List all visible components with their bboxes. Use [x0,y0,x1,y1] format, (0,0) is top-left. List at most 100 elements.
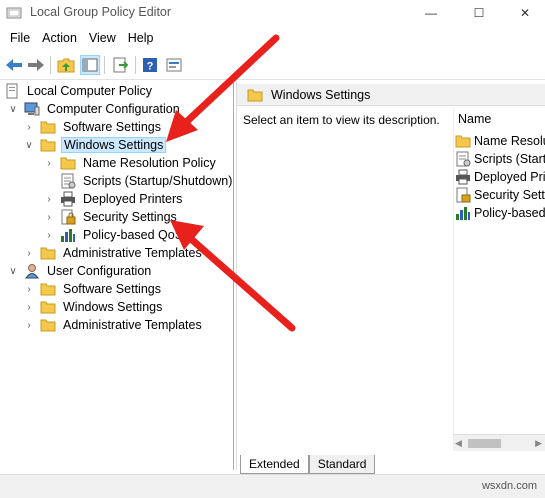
list-item[interactable]: Policy-based ( [455,204,545,222]
export-list-icon [113,57,128,73]
tree-item-label: Software Settings [63,120,161,134]
menu-bar: File Action View Help [0,28,545,50]
status-bar: wsxdn.com [0,474,545,498]
tree-item-administrative-templates[interactable]: › Administrative Templates [24,244,204,262]
description-text: Select an item to view its description. [243,113,440,127]
tree-item-label: Windows Settings [61,137,167,153]
properties-button[interactable] [164,55,184,75]
scroll-right-icon[interactable]: ▶ [535,438,542,449]
tree-item-label: Local Computer Policy [27,84,153,98]
tree-item-user-windows-settings[interactable]: › Windows Settings [24,298,164,316]
tree-item-computer-configuration[interactable]: ∨ Computer Configuration [8,100,182,118]
tree-item-label: Deployed Printers [83,192,183,206]
help-button[interactable]: ? [140,55,160,75]
script-icon [61,173,76,189]
bar-chart-icon [456,207,470,220]
horizontal-scrollbar[interactable]: ◀ ▶ [453,434,545,451]
tree-item-user-software-settings[interactable]: › Software Settings [24,280,163,298]
help-icon: ? [143,58,157,73]
tab-extended[interactable]: Extended [240,455,309,474]
minimize-icon: — [425,6,437,20]
scroll-left-icon[interactable]: ◀ [455,438,462,449]
forward-button[interactable] [26,55,46,75]
folder-icon [40,247,56,260]
tree-item-software-settings[interactable]: › Software Settings [24,118,163,136]
tab-standard[interactable]: Standard [308,455,376,474]
show-hide-tree-button[interactable] [80,55,100,75]
close-button[interactable]: ✕ [502,0,545,26]
chevron-right-icon[interactable]: › [24,302,34,313]
list-item[interactable]: Scripts (Startu [455,150,545,168]
chevron-right-icon[interactable]: › [44,158,54,169]
list-item-label: Deployed Print [474,170,545,184]
scrollbar-thumb[interactable] [468,439,501,448]
folder-icon [60,157,76,170]
list-item-label: Scripts (Startu [474,152,545,166]
toolbar-separator [135,56,136,74]
chevron-right-icon[interactable]: › [44,194,54,205]
chevron-down-icon[interactable]: ∨ [24,140,34,151]
tree-item-label: Computer Configuration [47,102,180,116]
tree-item-windows-settings[interactable]: ∨ Windows Settings [24,136,167,154]
minimize-button[interactable]: — [408,0,454,26]
back-button[interactable] [4,55,24,75]
watermark-text: wsxdn.com [481,480,537,492]
list-item-label: Security Settin [474,188,545,202]
folder-icon [40,283,56,296]
chevron-right-icon[interactable]: › [44,230,54,241]
list-item-label: Policy-based ( [474,206,545,220]
tree-item-label: Security Settings [83,210,177,224]
tree-item-scripts[interactable]: Scripts (Startup/Shutdown) [44,172,233,190]
view-tabs: Extended Standard [240,455,376,474]
menu-view[interactable]: View [83,28,122,50]
chevron-down-icon[interactable]: ∨ [8,266,18,277]
tree-item-deployed-printers[interactable]: › Deployed Printers [44,190,184,208]
tree-item-security-settings[interactable]: › Security Settings [44,208,179,226]
up-folder-icon [57,58,75,73]
back-arrow-icon [6,59,22,71]
tree-item-local-computer-policy[interactable]: Local Computer Policy [4,82,154,100]
tree-item-label: Scripts (Startup/Shutdown) [83,174,233,188]
up-level-button[interactable] [56,55,76,75]
tree-item-label: Policy-based QoS [83,228,184,242]
tree-item-user-administrative-templates[interactable]: › Administrative Templates [24,316,204,334]
menu-help[interactable]: Help [122,28,160,50]
chevron-right-icon[interactable]: › [24,248,34,259]
details-list: Name Name Resolut Scripts (Startu Deploy… [453,108,545,434]
tree-item-policy-based-qos[interactable]: › Policy-based QoS [44,226,185,244]
column-header-name[interactable]: Name [458,112,491,126]
chevron-right-icon[interactable]: › [24,284,34,295]
menu-action[interactable]: Action [36,28,83,50]
menu-file[interactable]: File [4,28,36,50]
list-item[interactable]: Security Settin [455,186,545,204]
user-icon [25,264,39,279]
toolbar-separator [104,56,105,74]
tree-item-name-resolution-policy[interactable]: › Name Resolution Policy [44,154,218,172]
list-item[interactable]: Name Resolut [455,132,545,150]
toolbar-separator [50,56,51,74]
tree-item-label: Administrative Templates [63,246,202,260]
details-header-title: Windows Settings [271,87,371,102]
details-pane: Windows Settings Select an item to view … [236,80,545,470]
tree-item-label: Name Resolution Policy [83,156,216,170]
computer-icon [24,102,40,116]
console-tree: Local Computer Policy ∨ Computer Configu… [0,80,234,470]
chevron-right-icon[interactable]: › [44,212,54,223]
window-title: Local Group Policy Editor [30,5,172,19]
maximize-button[interactable]: ☐ [456,0,502,26]
chevron-right-icon[interactable]: › [24,320,34,331]
tree-item-label: Windows Settings [63,300,163,314]
folder-icon [40,301,56,314]
maximize-icon: ☐ [473,6,485,20]
chevron-down-icon[interactable]: ∨ [8,104,18,115]
chevron-right-icon[interactable]: › [24,122,34,133]
script-icon [456,151,471,167]
security-lock-icon [61,209,76,225]
list-item[interactable]: Deployed Print [455,168,545,186]
printer-icon [456,169,470,185]
folder-icon [455,135,471,148]
export-list-button[interactable] [110,55,130,75]
title-bar: Local Group Policy Editor — ☐ ✕ [0,0,545,26]
tree-item-user-configuration[interactable]: ∨ User Configuration [8,262,153,280]
show-hide-tree-icon [82,58,98,72]
